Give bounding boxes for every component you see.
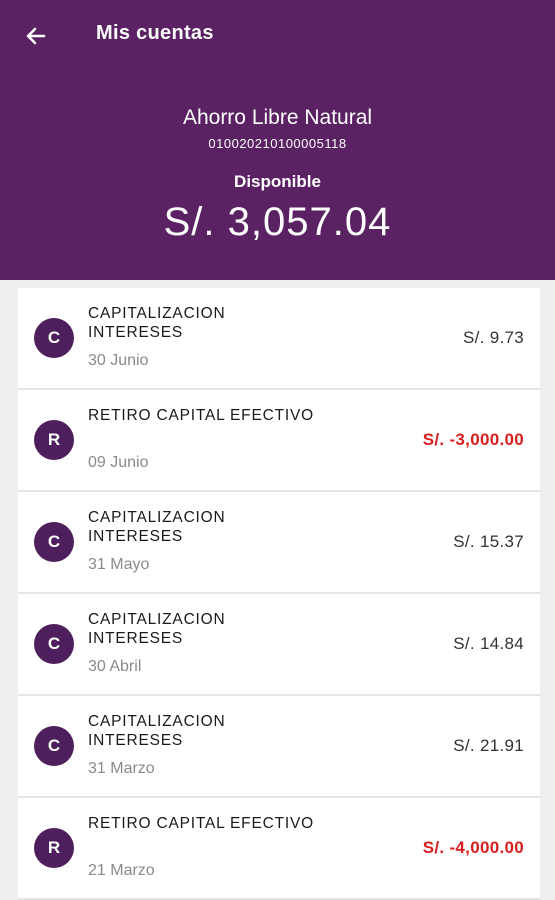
transaction-date: 30 Junio [88,352,149,369]
transaction-row[interactable]: C CAPITALIZACION INTERESES 31 Marzo S/. … [18,696,540,798]
transaction-avatar: R [34,420,74,460]
transaction-amount: S/. -4,000.00 [422,838,524,857]
account-name: Ahorro Libre Natural [182,106,373,129]
transaction-date: 21 Marzo [88,862,155,879]
transaction-amount: S/. 15.37 [453,532,524,551]
transaction-date: 30 Abril [88,658,142,675]
transaction-row[interactable]: R RETIRO CAPITAL EFECTIVO 09 Junio S/. -… [18,390,540,492]
transaction-date: 09 Junio [88,454,149,471]
transaction-title: CAPITALIZACION INTERESES [88,305,226,341]
transaction-row[interactable]: C CAPITALIZACION INTERESES 30 Junio S/. … [18,288,540,390]
transaction-avatar: C [34,624,74,664]
transaction-row[interactable]: C CAPITALIZACION INTERESES 30 Abril S/. … [18,594,540,696]
transaction-title: RETIRO CAPITAL EFECTIVO [88,407,314,424]
balance-value: S/. 3,057.04 [163,200,392,244]
transaction-title: CAPITALIZACION INTERESES [88,713,226,749]
account-header: Mis cuentas Ahorro Libre Natural 0100202… [0,0,555,280]
transaction-amount: S/. -3,000.00 [422,430,524,449]
account-number: 010020210100005118 [208,136,347,151]
page-title: Mis cuentas [96,22,214,44]
transaction-title: CAPITALIZACION INTERESES [88,611,226,647]
transaction-title: CAPITALIZACION INTERESES [88,509,226,545]
back-button[interactable] [20,20,52,52]
transaction-date: 31 Marzo [88,760,155,777]
transaction-amount: S/. 9.73 [463,328,524,347]
balance-label: Disponible [234,172,321,191]
arrow-left-icon [26,27,46,45]
transaction-amount: S/. 14.84 [453,634,524,653]
transaction-avatar: C [34,522,74,562]
transaction-title: RETIRO CAPITAL EFECTIVO [88,815,314,832]
transaction-date: 31 Mayo [88,556,150,573]
transaction-amount: S/. 21.91 [453,736,524,755]
transaction-row[interactable]: C CAPITALIZACION INTERESES 31 Mayo S/. 1… [18,492,540,594]
transaction-list: C CAPITALIZACION INTERESES 30 Junio S/. … [18,288,540,900]
transaction-avatar: R [34,828,74,868]
transaction-row[interactable]: R RETIRO CAPITAL EFECTIVO 21 Marzo S/. -… [18,798,540,900]
transaction-avatar: C [34,726,74,766]
transaction-avatar: C [34,318,74,358]
